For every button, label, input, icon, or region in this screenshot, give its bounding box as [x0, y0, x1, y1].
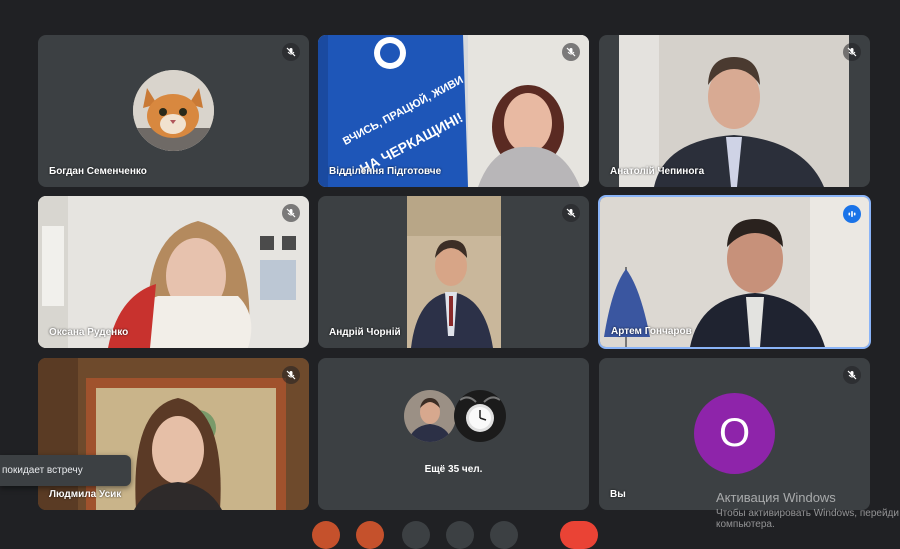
participant-name: Відділення Підготовче	[329, 166, 442, 177]
video-feed	[619, 35, 849, 187]
control-button[interactable]	[446, 521, 474, 549]
notification-toast: покидает встречу	[0, 455, 131, 486]
mic-off-icon	[843, 43, 861, 61]
avatar	[454, 390, 506, 442]
control-button[interactable]	[312, 521, 340, 549]
mic-off-icon	[562, 43, 580, 61]
participant-name: Людмила Усик	[49, 489, 122, 500]
mic-off-icon	[282, 204, 300, 222]
video-feed: ВЧИСЬ, ПРАЦЮЙ, ЖИВИ НА ЧЕРКАЩИНІ!	[318, 35, 589, 187]
avatar	[133, 70, 214, 151]
video-feed	[38, 358, 309, 510]
mic-off-icon	[562, 204, 580, 222]
more-participants-label: Ещё 35 чел.	[424, 464, 483, 475]
avatar: O	[694, 393, 775, 474]
toast-text: покидает встречу	[2, 465, 83, 476]
video-feed	[38, 196, 309, 348]
participant-name: Вы	[610, 489, 626, 500]
self-tile[interactable]: O Вы	[599, 358, 870, 510]
control-button[interactable]	[402, 521, 430, 549]
participant-name: Оксана Руденко	[49, 327, 129, 338]
windows-watermark-subtitle: Чтобы активировать Windows, перейди комп…	[716, 508, 900, 530]
leave-call-button[interactable]	[560, 521, 598, 549]
watermark-line: Чтобы активировать Windows, перейди	[716, 508, 899, 519]
participant-name: Богдан Семенченко	[49, 166, 147, 177]
control-button[interactable]	[356, 521, 384, 549]
more-participants-tile[interactable]: Ещё 35 чел.	[318, 358, 589, 510]
participant-name: Анатолій Чепинога	[610, 166, 705, 177]
video-feed	[600, 197, 869, 347]
control-button[interactable]	[490, 521, 518, 549]
participant-tile[interactable]: Людмила Усик	[38, 358, 309, 510]
mic-off-icon	[282, 43, 300, 61]
windows-watermark-title: Активация Windows	[716, 490, 836, 505]
participant-tile[interactable]: Оксана Руденко	[38, 196, 309, 348]
participant-tile[interactable]: ВЧИСЬ, ПРАЦЮЙ, ЖИВИ НА ЧЕРКАЩИНІ! Відділ…	[318, 35, 589, 187]
mic-off-icon	[282, 366, 300, 384]
participant-tile[interactable]: Артем Гончаров	[598, 195, 871, 349]
participant-tile[interactable]: Андрій Чорній	[318, 196, 589, 348]
participant-tile[interactable]: Богдан Семенченко	[38, 35, 309, 187]
watermark-line: компьютера.	[716, 519, 775, 530]
mic-off-icon	[843, 366, 861, 384]
avatar-letter: O	[718, 411, 751, 455]
video-feed	[407, 196, 501, 348]
avatar	[404, 390, 456, 442]
speaking-indicator-icon	[843, 205, 861, 223]
participant-name: Артем Гончаров	[611, 326, 692, 337]
participant-name: Андрій Чорній	[329, 327, 401, 338]
participant-tile[interactable]: Анатолій Чепинога	[599, 35, 870, 187]
